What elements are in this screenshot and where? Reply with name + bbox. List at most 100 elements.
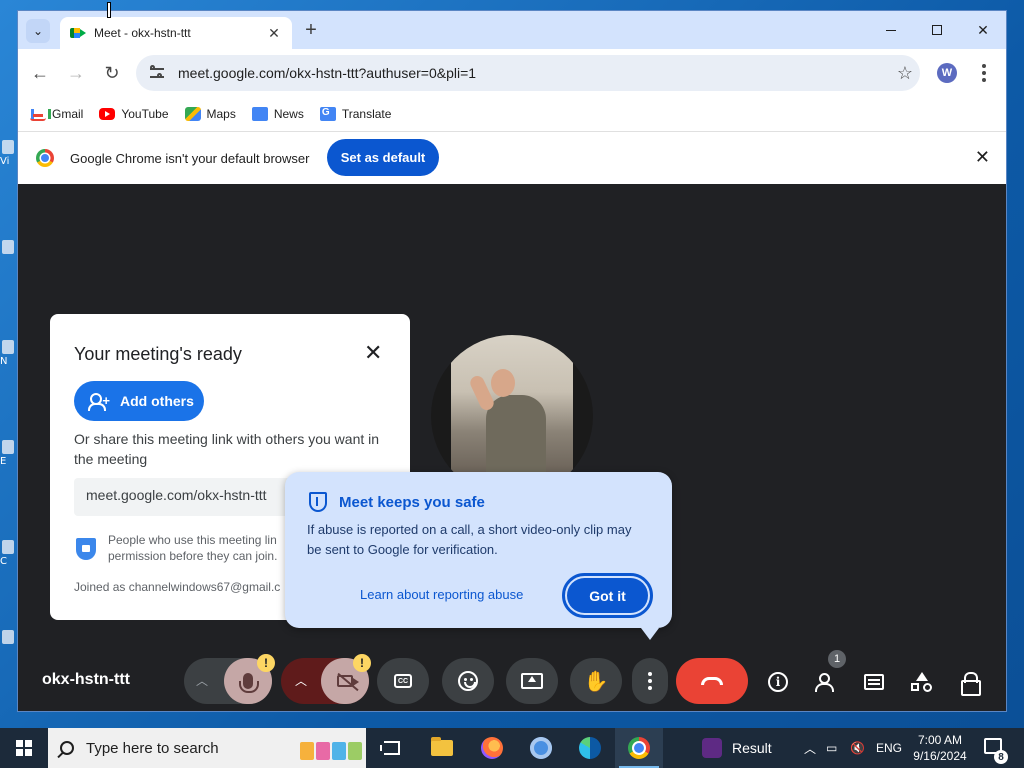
desktop-shortcut-icon[interactable]: C — [0, 540, 18, 567]
site-settings-icon[interactable] — [148, 64, 166, 82]
desktop-shortcut-icon[interactable]: E — [0, 440, 18, 467]
permission-note: People who use this meeting lin permissi… — [108, 533, 278, 563]
host-lock-icon — [961, 672, 981, 696]
show-hidden-icons[interactable]: ︿ — [804, 728, 816, 768]
translate-icon — [319, 107, 336, 121]
reload-icon: ↻ — [104, 62, 120, 83]
app-button[interactable] — [517, 728, 565, 768]
joined-as-text: Joined as channelwindows67@gmail.c — [74, 580, 281, 594]
leave-call-button[interactable] — [676, 658, 748, 704]
present-button[interactable] — [506, 658, 558, 704]
captions-button[interactable]: CC — [377, 658, 429, 704]
time-text: 7:00 AM — [917, 733, 963, 747]
tab-search-button[interactable]: ⌄ — [26, 19, 50, 43]
file-explorer-button[interactable] — [418, 728, 466, 768]
desktop-shortcut-icon[interactable]: N — [0, 340, 18, 367]
host-controls-button[interactable] — [956, 668, 984, 696]
clock[interactable]: 7:00 AM 9/16/2024 — [905, 732, 975, 764]
chevron-up-icon: ︿ — [804, 741, 817, 756]
windows-logo-icon — [16, 740, 32, 756]
security-shield-icon — [76, 538, 96, 560]
notification-count-badge: 8 — [994, 750, 1008, 764]
volume-muted-icon[interactable]: 🔇 — [850, 728, 865, 768]
share-instructions: Or share this meeting link with others y… — [74, 431, 380, 467]
forward-button[interactable]: → — [64, 61, 88, 85]
desktop-shortcut-icon[interactable]: Vi — [0, 140, 18, 167]
url-text[interactable]: meet.google.com/okx-hstn-ttt?authuser=0&… — [178, 65, 890, 81]
network-icon[interactable]: ▭ — [826, 728, 837, 768]
bookmark-gmail[interactable]: Gmail — [30, 107, 83, 121]
meeting-code: okx-hstn-ttt — [42, 671, 130, 688]
bookmark-youtube[interactable]: YouTube — [99, 107, 169, 121]
meeting-details-button[interactable]: i — [764, 668, 792, 696]
bookmark-star-icon[interactable]: ☆ — [890, 63, 920, 84]
address-bar[interactable]: meet.google.com/okx-hstn-ttt?authuser=0&… — [136, 55, 920, 91]
back-arrow-icon: ← — [31, 62, 49, 83]
edge-icon — [579, 737, 601, 759]
chat-button[interactable] — [860, 668, 888, 696]
browser-window: ⌄ Meet - okx-hstn-ttt ✕ + ✕ ← → ↻ meet.g… — [18, 11, 1006, 711]
taskbar-search[interactable]: Type here to search — [48, 728, 366, 768]
search-icon — [60, 741, 74, 755]
captions-icon: CC — [394, 674, 412, 688]
raise-hand-button[interactable]: ✋ — [570, 658, 622, 704]
tab-close-icon[interactable]: ✕ — [266, 25, 282, 42]
popup-title: Meet keeps you safe — [339, 494, 485, 511]
bookmark-translate[interactable]: Translate — [319, 107, 391, 121]
browser-menu-icon[interactable] — [976, 61, 992, 85]
got-it-button[interactable]: Got it — [562, 573, 653, 618]
start-button[interactable] — [0, 728, 48, 768]
people-button[interactable] — [812, 668, 840, 696]
minimize-button[interactable] — [868, 11, 914, 49]
dialog-close-icon[interactable]: ✕ — [364, 340, 382, 366]
more-vert-icon — [648, 672, 652, 690]
set-as-default-button[interactable]: Set as default — [327, 139, 439, 176]
windows-taskbar: Type here to search Result ︿ ▭ 🔇 ENG 7:0… — [0, 728, 1024, 768]
premier-league-icon — [702, 738, 722, 758]
meet-keeps-you-safe-popup: Meet keeps you safe If abuse is reported… — [285, 472, 672, 640]
youtube-icon — [99, 108, 116, 120]
desktop-shortcut-icon[interactable] — [0, 630, 18, 652]
tab-strip: ⌄ Meet - okx-hstn-ttt ✕ + ✕ — [18, 11, 1006, 49]
language-indicator[interactable]: ENG — [876, 728, 902, 768]
infobar-close-icon[interactable]: ✕ — [975, 147, 990, 168]
task-view-button[interactable] — [368, 728, 416, 768]
add-others-button[interactable]: + Add others — [74, 381, 204, 421]
chrome-button[interactable] — [615, 728, 663, 768]
profile-avatar[interactable]: W — [937, 63, 957, 83]
learn-reporting-abuse-link[interactable]: Learn about reporting abuse — [360, 587, 523, 602]
maximize-button[interactable] — [914, 11, 960, 49]
meet-favicon-icon — [70, 26, 86, 40]
edge-button[interactable] — [566, 728, 614, 768]
video-options-chevron-icon[interactable]: ︿ — [295, 672, 307, 689]
desktop-shortcut-icon[interactable] — [0, 240, 18, 262]
bookmarks-bar: Gmail YouTube Maps News Translate — [18, 97, 1006, 131]
browser-toolbar: ← → ↻ meet.google.com/okx-hstn-ttt?authu… — [18, 49, 1006, 97]
window-close-button[interactable]: ✕ — [960, 11, 1006, 49]
forward-arrow-icon: → — [67, 62, 85, 83]
reload-button[interactable]: ↻ — [100, 61, 124, 85]
camera-warning-badge: ! — [353, 654, 371, 672]
result-app-button[interactable]: Result — [702, 728, 772, 768]
tab-title: Meet - okx-hstn-ttt — [94, 26, 191, 40]
task-view-icon — [380, 741, 400, 755]
firefox-button[interactable] — [468, 728, 516, 768]
more-options-button[interactable] — [632, 658, 668, 704]
bookmark-news[interactable]: News — [251, 107, 304, 121]
news-icon — [251, 107, 268, 121]
chrome-logo-icon — [36, 149, 54, 167]
dialog-title: Your meeting's ready — [74, 344, 242, 364]
activities-button[interactable] — [908, 668, 936, 696]
bookmark-maps[interactable]: Maps — [184, 107, 236, 121]
minimize-icon — [886, 29, 896, 31]
tab-meet[interactable]: Meet - okx-hstn-ttt ✕ — [60, 17, 292, 49]
audio-options-chevron-icon[interactable]: ︿ — [196, 672, 208, 689]
new-tab-button[interactable]: + — [300, 20, 322, 42]
gmail-icon — [30, 107, 51, 121]
firefox-icon — [481, 737, 503, 759]
hang-up-icon — [701, 677, 723, 685]
back-button[interactable]: ← — [28, 61, 52, 85]
reactions-button[interactable] — [442, 658, 494, 704]
date-text: 9/16/2024 — [913, 749, 967, 763]
popup-description: If abuse is reported on a call, a short … — [307, 522, 632, 557]
